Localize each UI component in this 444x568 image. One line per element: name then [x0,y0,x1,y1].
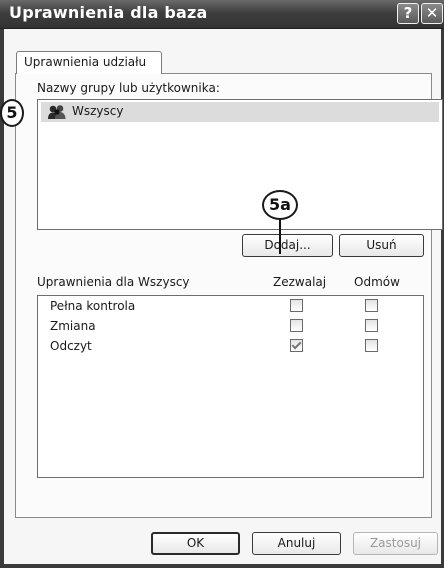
ok-button-label: OK [186,536,205,550]
list-item[interactable]: Wszyscy [41,102,439,122]
deny-checkbox[interactable] [365,319,378,332]
window-title: Uprawnienia dla baza [9,3,208,22]
deny-checkbox[interactable] [365,299,378,312]
close-button[interactable]: ✕ [421,3,443,24]
allow-column-header: Zezwalaj [273,275,327,289]
add-button[interactable]: Dodaj... [242,234,333,257]
permission-row-full-control: Pełna kontrola [38,296,423,318]
cancel-button[interactable]: Anuluj [252,532,341,555]
permission-row-read: Odczyt [38,336,423,358]
ok-button[interactable]: OK [151,532,240,555]
deny-column-header: Odmów [354,275,400,289]
help-icon: ? [403,4,413,22]
groups-label: Nazwy grupy lub użytkownika: [37,81,220,95]
help-button[interactable]: ? [397,3,419,24]
callout-5-label: 5 [6,103,18,122]
deny-checkbox[interactable] [365,339,378,352]
title-bar[interactable]: Uprawnienia dla baza ? ✕ [0,0,444,29]
callout-5a-leader [279,214,281,254]
callout-5: 5 [0,99,24,127]
apply-button[interactable]: Zastosuj [353,532,438,555]
tab-share-permissions[interactable]: Uprawnienia udziału [16,51,162,74]
callout-5a-label: 5a [269,195,291,214]
apply-button-label: Zastosuj [369,536,422,550]
tab-panel: Nazwy grupy lub użytkownika: Wszyscy Dod… [15,73,443,518]
allow-checkbox[interactable] [290,339,303,352]
close-icon: ✕ [425,4,439,22]
permission-label: Odczyt [50,339,92,353]
remove-button-label: Usuń [366,238,397,252]
dialog-body: Uprawnienia udziału Nazwy grupy lub użyt… [4,29,443,564]
allow-checkbox[interactable] [290,319,303,332]
allow-checkbox[interactable] [290,299,303,312]
permissions-list: Pełna kontrola Zmiana Odczyt [37,295,424,478]
user-group-icon [48,105,66,119]
remove-button[interactable]: Usuń [339,234,424,257]
callout-5a: 5a [262,190,298,220]
add-button-label: Dodaj... [264,238,311,252]
tab-label: Uprawnienia udziału [24,55,147,69]
permission-label: Pełna kontrola [50,299,136,313]
permission-label: Zmiana [50,319,96,333]
permissions-dialog: Uprawnienia dla baza ? ✕ Uprawnienia udz… [0,0,444,568]
permissions-header: Uprawnienia dla Wszyscy [37,275,190,289]
list-item-label: Wszyscy [72,104,124,118]
groups-list[interactable]: Wszyscy [37,99,443,230]
permission-row-change: Zmiana [38,316,423,338]
cancel-button-label: Anuluj [277,536,316,550]
